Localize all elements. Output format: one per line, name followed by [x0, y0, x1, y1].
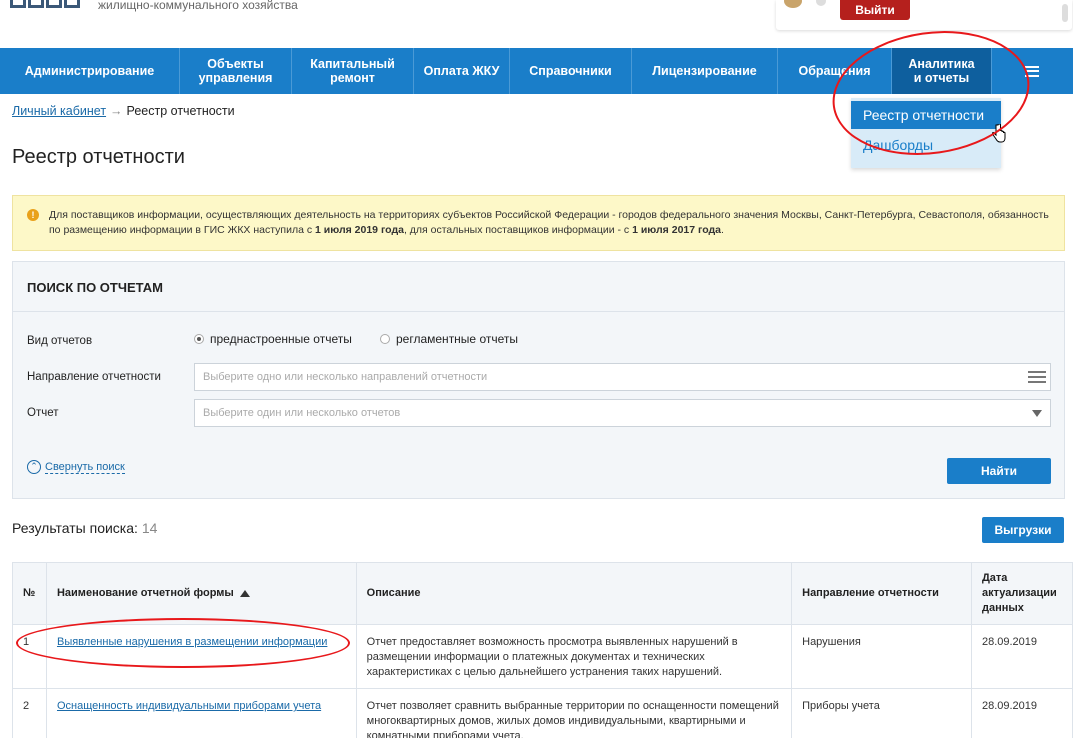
notice-text-2: , для остальных поставщиков информации -…: [403, 224, 633, 236]
list-icon[interactable]: [1028, 371, 1046, 383]
nav-menu-button[interactable]: [992, 48, 1072, 94]
cell-date: 28.09.2019: [970, 688, 1073, 738]
user-panel: Выйти: [776, 0, 1072, 30]
direction-placeholder: Выберите одно или несколько направлений …: [203, 371, 488, 383]
analytics-dropdown: Реестр отчетности Дашборды: [851, 98, 1001, 168]
breadcrumb-separator: →: [110, 104, 123, 118]
cell-name: Оснащенность индивидуальными приборами у…: [45, 688, 357, 738]
breadcrumb-current: Реестр отчетности: [126, 104, 235, 118]
hand-cursor-icon: [991, 123, 1006, 144]
results-title: Результаты поиска: 14: [12, 520, 157, 536]
info-notice: ! Для поставщиков информации, осуществля…: [12, 195, 1065, 251]
table-row: 1 Выявленные нарушения в размещении инфо…: [12, 624, 1073, 689]
nav-item-management-objects[interactable]: Объекты управления: [180, 48, 292, 94]
notice-date-2: 1 июля 2017 года: [632, 224, 722, 236]
cell-direction: Нарушения: [791, 624, 972, 689]
warning-icon: !: [27, 209, 39, 221]
nav-item-analytics[interactable]: Аналитика и отчеты: [892, 48, 992, 94]
export-button[interactable]: Выгрузки: [982, 517, 1064, 543]
cell-direction: Приборы учета: [791, 688, 972, 738]
nav-item-capital-repair[interactable]: Капитальный ремонт: [292, 48, 414, 94]
direction-input[interactable]: Выберите одно или несколько направлений …: [194, 363, 1051, 391]
dropdown-item-dashboards[interactable]: Дашборды: [851, 129, 1001, 161]
nav-item-appeals[interactable]: Обращения: [778, 48, 892, 94]
main-nav: Администрирование Объекты управления Кап…: [0, 48, 1073, 94]
table-row: 2 Оснащенность индивидуальными приборами…: [12, 688, 1073, 738]
col-name-label: Наименование отчетной формы: [56, 587, 234, 599]
page-title: Реестр отчетности: [12, 146, 185, 168]
site-subtitle: жилищно-коммунального хозяйства: [98, 0, 298, 12]
radio-preconfigured-label: преднастроенные отчеты: [210, 332, 352, 346]
nav-item-administration[interactable]: Администрирование: [0, 48, 180, 94]
top-header: жилищно-коммунального хозяйства Выйти: [0, 0, 1073, 48]
breadcrumb: Личный кабинет → Реестр отчетности: [12, 104, 235, 118]
results-table: № Наименование отчетной формы Описание Н…: [12, 562, 1073, 738]
nav-item-directories[interactable]: Справочники: [510, 48, 632, 94]
radio-preconfigured-icon: [194, 334, 204, 344]
report-select[interactable]: Выберите один или несколько отчетов: [194, 399, 1051, 427]
cell-desc: Отчет позволяет сравнить выбранные терри…: [355, 688, 793, 738]
results-count: 14: [141, 520, 158, 536]
cell-name: Выявленные нарушения в размещении информ…: [45, 624, 357, 689]
logout-button[interactable]: Выйти: [840, 0, 910, 20]
sort-asc-icon[interactable]: [239, 589, 250, 597]
col-desc: Описание: [355, 562, 793, 625]
breadcrumb-home-link[interactable]: Личный кабинет: [12, 104, 106, 118]
col-direction: Направление отчетности: [791, 562, 972, 625]
table-header-row: № Наименование отчетной формы Описание Н…: [12, 562, 1073, 625]
direction-label: Направление отчетности: [27, 371, 161, 383]
search-title: ПОИСК ПО ОТЧЕТАМ: [13, 262, 1064, 312]
search-panel: ПОИСК ПО ОТЧЕТАМ Вид отчетов преднастрое…: [12, 261, 1065, 499]
collapse-search-link[interactable]: ⌃ Свернуть поиск: [27, 460, 125, 474]
chevron-up-icon: ⌃: [27, 460, 41, 474]
report-link[interactable]: Выявленные нарушения в размещении информ…: [57, 636, 327, 648]
notice-date-1: 1 июля 2019 года: [315, 224, 404, 236]
cell-date: 28.09.2019: [970, 624, 1073, 689]
radio-regulated[interactable]: регламентные отчеты: [380, 332, 518, 346]
col-name[interactable]: Наименование отчетной формы: [45, 562, 357, 625]
radio-preconfigured[interactable]: преднастроенные отчеты: [194, 332, 352, 346]
report-label: Отчет: [27, 407, 59, 419]
radio-regulated-label: регламентные отчеты: [396, 332, 518, 346]
report-link[interactable]: Оснащенность индивидуальными приборами у…: [57, 700, 321, 712]
collapse-search-label: Свернуть поиск: [45, 460, 125, 474]
nav-item-licensing[interactable]: Лицензирование: [632, 48, 778, 94]
chevron-down-icon[interactable]: [1032, 410, 1042, 417]
report-type-label: Вид отчетов: [27, 335, 93, 347]
gis-logo[interactable]: [10, 0, 86, 12]
hamburger-icon: [1025, 65, 1039, 77]
user-status-icon: [816, 0, 826, 6]
results-label: Результаты поиска:: [12, 520, 138, 536]
cell-desc: Отчет предоставляет возможность просмотр…: [355, 624, 793, 689]
radio-regulated-icon: [380, 334, 390, 344]
report-placeholder: Выберите один или несколько отчетов: [203, 407, 401, 419]
user-avatar-icon: [784, 0, 802, 8]
cell-num: 1: [12, 624, 47, 689]
col-date: Дата актуализации данных: [970, 562, 1073, 625]
col-num: №: [12, 562, 47, 625]
cell-num: 2: [12, 688, 47, 738]
scrollbar-thumb[interactable]: [1062, 4, 1068, 22]
notice-text-3: .: [721, 224, 724, 236]
dropdown-item-report-registry[interactable]: Реестр отчетности: [851, 101, 1001, 129]
find-button[interactable]: Найти: [947, 458, 1051, 484]
nav-item-payment[interactable]: Оплата ЖКУ: [414, 48, 510, 94]
